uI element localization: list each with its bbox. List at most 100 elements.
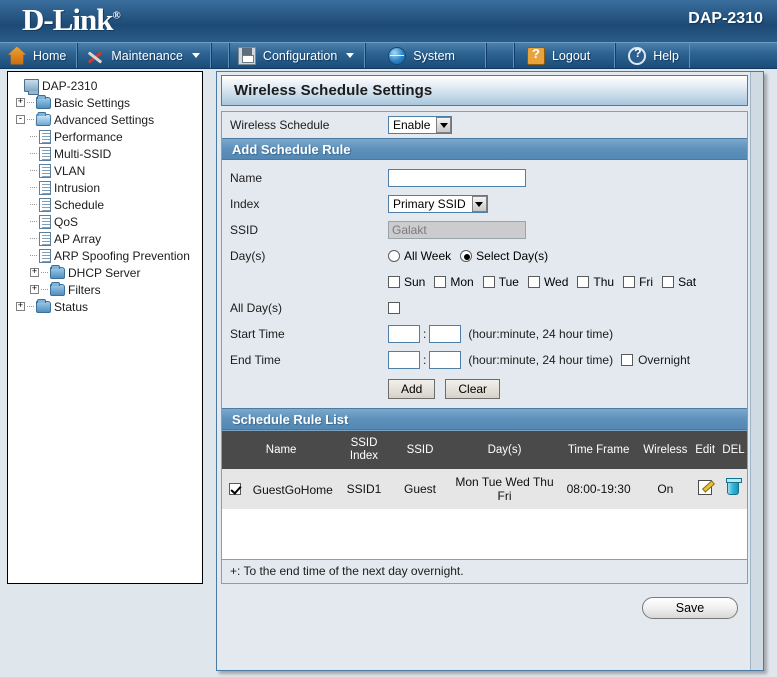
sidebar-item-multi-ssid[interactable]: Multi-SSID	[12, 145, 202, 162]
tree-connector-line	[41, 289, 48, 290]
cell-wireless: On	[640, 469, 691, 509]
start-hour-input[interactable]	[388, 325, 420, 343]
add-button[interactable]: Add	[388, 379, 436, 399]
sidebar-label-dhcp-server: DHCP Server	[68, 265, 141, 280]
end-hour-input[interactable]	[388, 351, 420, 369]
cell-edit[interactable]	[690, 469, 720, 509]
ssid-label: SSID	[230, 223, 259, 237]
select-days-radio[interactable]	[460, 250, 473, 262]
expander-plus-icon-basic-settings[interactable]: +	[16, 98, 25, 107]
checkbox-tue[interactable]	[482, 276, 495, 288]
content-panel: Wireless Schedule Settings Wireless Sche…	[216, 71, 764, 671]
table-head: Name SSID Index SSID Day(s) Time Frame W…	[222, 431, 747, 469]
sidebar-item-status[interactable]: + Status	[12, 298, 202, 315]
wireless-schedule-select[interactable]: Enable	[388, 116, 453, 134]
sidebar-label-advanced-settings: Advanced Settings	[54, 112, 155, 127]
menu-item-maintenance[interactable]: Maintenance	[77, 43, 211, 68]
folder-icon	[50, 281, 65, 296]
expander-plus-icon-status[interactable]: +	[16, 302, 25, 311]
checkbox-wed[interactable]	[527, 276, 540, 288]
day-checkbox-row: Sun Mon Tue Wed Thu Fri Sat	[222, 269, 747, 295]
column-header-name: Name	[222, 431, 341, 469]
sidebar-item-filters[interactable]: + Filters	[12, 281, 202, 298]
expander-minus-icon-advanced-settings[interactable]: -	[16, 115, 25, 124]
end-minute-input[interactable]	[429, 351, 462, 369]
menu-item-system[interactable]: System	[365, 43, 486, 68]
sidebar-item-basic-settings[interactable]: + Basic Settings	[12, 94, 202, 111]
clear-button[interactable]: Clear	[445, 379, 501, 399]
sidebar-item-arp-spoofing-prevention[interactable]: ARP Spoofing Prevention	[12, 247, 202, 264]
select-days-radio-group[interactable]: Select Day(s)	[460, 249, 548, 263]
row-select-checkbox[interactable]	[229, 483, 242, 496]
day-label-wed: Wed	[543, 275, 569, 289]
day-checkbox-wed[interactable]: Wed	[527, 275, 569, 289]
menu-item-help[interactable]: Help	[615, 43, 690, 68]
cell-name: GuestGoHome	[222, 469, 341, 509]
tree-connector-line	[30, 238, 37, 239]
menu-item-logout[interactable]: Logout	[513, 43, 616, 68]
index-select[interactable]: Primary SSID	[388, 195, 488, 213]
day-checkbox-sun[interactable]: Sun	[388, 275, 425, 289]
chevron-down-icon-wireless-schedule[interactable]	[436, 117, 452, 133]
checkbox-fri[interactable]	[623, 276, 636, 288]
day-checkbox-sat[interactable]: Sat	[662, 275, 696, 289]
day-checkbox-tue[interactable]: Tue	[482, 275, 519, 289]
all-week-radio[interactable]	[388, 250, 400, 262]
document-icon	[39, 231, 51, 246]
checkbox-sat[interactable]	[662, 276, 675, 288]
checkbox-sun[interactable]	[388, 276, 400, 288]
edit-icon[interactable]	[698, 480, 713, 495]
save-button[interactable]: Save	[642, 597, 738, 619]
document-icon	[39, 214, 51, 229]
menu-spacer-2	[485, 43, 514, 68]
day-checkbox-mon[interactable]: Mon	[434, 275, 474, 289]
sidebar-item-dhcp-server[interactable]: + DHCP Server	[12, 264, 202, 281]
menu-spacer-1	[210, 43, 229, 68]
checkbox-thu[interactable]	[577, 276, 590, 288]
sidebar-item-advanced-settings[interactable]: - Advanced Settings	[12, 111, 202, 128]
sidebar-label-ap-array: AP Array	[54, 231, 102, 246]
all-week-radio-group[interactable]: All Week	[388, 249, 451, 263]
sidebar-item-performance[interactable]: Performance	[12, 128, 202, 145]
trash-icon[interactable]	[726, 478, 743, 495]
days-label: Day(s)	[230, 249, 266, 263]
add-schedule-rule-title: Add Schedule Rule	[232, 141, 351, 157]
sidebar-item-qos[interactable]: QoS	[12, 213, 202, 230]
menu-item-home[interactable]: Home	[0, 43, 78, 68]
day-label-mon: Mon	[450, 275, 474, 289]
folder-icon	[36, 94, 51, 109]
tree-connector-line	[27, 119, 34, 120]
name-row: Name	[222, 165, 747, 191]
name-input[interactable]	[388, 169, 526, 187]
logo-text: D-Link	[22, 2, 113, 37]
sidebar-item-intrusion[interactable]: Intrusion	[12, 179, 202, 196]
name-label: Name	[230, 171, 263, 185]
chevron-down-icon-maintenance	[191, 53, 200, 58]
day-checkbox-thu[interactable]: Thu	[577, 275, 614, 289]
all-week-label: All Week	[404, 249, 452, 263]
sidebar-item-schedule[interactable]: Schedule	[12, 196, 202, 213]
tree-root-dap-2310[interactable]: DAP-2310	[12, 77, 202, 95]
start-time-hint: (hour:minute, 24 hour time)	[468, 327, 614, 341]
start-minute-input[interactable]	[429, 325, 462, 343]
cell-ssid-index: SSID1	[340, 469, 388, 509]
content-inner: Wireless Schedule Settings Wireless Sche…	[217, 72, 752, 619]
expander-plus-icon-filters[interactable]: +	[30, 285, 39, 294]
chevron-down-icon-index[interactable]	[471, 196, 487, 212]
checkbox-all-days[interactable]	[388, 302, 400, 314]
cell-del[interactable]	[719, 469, 747, 509]
tree-connector-line	[30, 170, 37, 171]
expander-plus-icon-dhcp-server[interactable]: +	[30, 268, 39, 277]
add-rule-fields: Name Index Primary SSID SSID Galakt Day(…	[222, 160, 747, 408]
end-time-separator: :	[423, 353, 427, 367]
column-header-ssid: SSID	[387, 431, 453, 469]
menu-item-configuration[interactable]: Configuration	[228, 43, 366, 68]
day-checkbox-fri[interactable]: Fri	[623, 275, 653, 289]
checkbox-mon[interactable]	[434, 276, 447, 288]
sidebar-item-vlan[interactable]: VLAN	[12, 162, 202, 179]
add-schedule-rule-header: Add Schedule Rule	[222, 138, 747, 160]
tools-icon	[86, 47, 104, 65]
checkbox-overnight[interactable]	[621, 354, 634, 366]
table-row[interactable]: GuestGoHome SSID1 Guest Mon Tue Wed Thu …	[222, 469, 747, 509]
sidebar-item-ap-array[interactable]: AP Array	[12, 230, 202, 247]
